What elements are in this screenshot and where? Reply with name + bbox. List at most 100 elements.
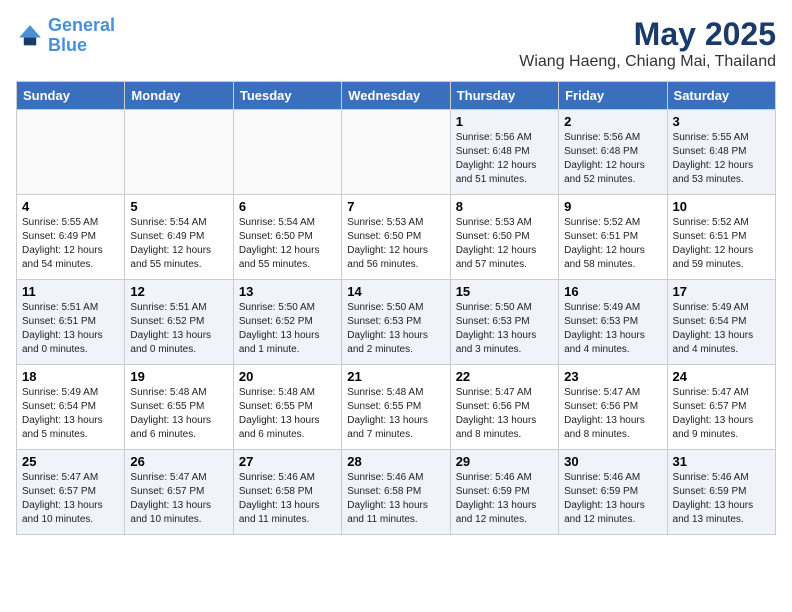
calendar-cell [342,110,450,195]
calendar-cell: 16 Sunrise: 5:49 AMSunset: 6:53 PMDayligh… [559,280,667,365]
calendar-row-0: 1 Sunrise: 5:56 AMSunset: 6:48 PMDaylight… [17,110,776,195]
calendar-cell: 17 Sunrise: 5:49 AMSunset: 6:54 PMDayligh… [667,280,775,365]
day-info: Sunrise: 5:56 AMSunset: 6:48 PMDaylight:… [564,131,661,187]
logo-icon [16,22,44,50]
day-info: Sunrise: 5:53 AMSunset: 6:50 PMDaylight:… [347,216,444,272]
day-number: 14 [347,284,444,299]
day-number: 31 [673,454,770,469]
calendar-cell: 29Sunrise: 5:46 AMSunset: 6:59 PMDayligh… [450,450,558,535]
header-friday: Friday [559,82,667,110]
day-info: Sunrise: 5:54 AMSunset: 6:50 PMDaylight:… [239,216,336,272]
day-info: Sunrise: 5:52 AMSunset: 6:51 PMDaylight:… [564,216,661,272]
calendar-header-row: Sunday Monday Tuesday Wednesday Thursday… [17,82,776,110]
calendar-cell: 8Sunrise: 5:53 AMSunset: 6:50 PMDaylight… [450,195,558,280]
calendar-cell: 24Sunrise: 5:47 AMSunset: 6:57 PMDayligh… [667,365,775,450]
calendar-row-3: 18 Sunrise: 5:49 AMSunset: 6:54 PMDayligh… [17,365,776,450]
logo-line1: General [48,15,115,35]
day-number: 11 [22,284,119,299]
day-info: Sunrise: 5:47 AMSunset: 6:57 PMDaylight:… [130,471,227,527]
day-number: 1 [456,114,553,129]
calendar-cell: 23 Sunrise: 5:47 AMSunset: 6:56 PMDayligh… [559,365,667,450]
day-number: 3 [673,114,770,129]
calendar-cell: 26Sunrise: 5:47 AMSunset: 6:57 PMDayligh… [125,450,233,535]
day-info: Sunrise: 5:47 AMSunset: 6:56 PMDaylight:… [564,386,661,442]
day-info: Sunrise: 5:51 AMSunset: 6:51 PMDaylight:… [22,301,119,357]
day-info: Sunrise: 5:47 AMSunset: 6:56 PMDaylight:… [456,386,553,442]
calendar-cell: 11 Sunrise: 5:51 AMSunset: 6:51 PMDayligh… [17,280,125,365]
day-number: 6 [239,199,336,214]
day-number: 25 [22,454,119,469]
day-info: Sunrise: 5:50 AMSunset: 6:53 PMDaylight:… [347,301,444,357]
day-number: 8 [456,199,553,214]
day-number: 21 [347,369,444,384]
day-number: 2 [564,114,661,129]
calendar-cell: 6 Sunrise: 5:54 AMSunset: 6:50 PMDaylight… [233,195,341,280]
logo-line2: Blue [48,35,87,55]
calendar-cell: 13 Sunrise: 5:50 AMSunset: 6:52 PMDayligh… [233,280,341,365]
day-info: Sunrise: 5:49 AMSunset: 6:53 PMDaylight:… [564,301,661,357]
logo: General Blue [16,16,115,56]
calendar-row-2: 11 Sunrise: 5:51 AMSunset: 6:51 PMDayligh… [17,280,776,365]
day-number: 30 [564,454,661,469]
day-info: Sunrise: 5:51 AMSunset: 6:52 PMDaylight:… [130,301,227,357]
day-number: 22 [456,369,553,384]
calendar-cell: 19Sunrise: 5:48 AMSunset: 6:55 PMDayligh… [125,365,233,450]
day-number: 13 [239,284,336,299]
calendar-cell: 18 Sunrise: 5:49 AMSunset: 6:54 PMDayligh… [17,365,125,450]
calendar-cell: 21 Sunrise: 5:48 AMSunset: 6:55 PMDayligh… [342,365,450,450]
header-thursday: Thursday [450,82,558,110]
calendar-cell: 3 Sunrise: 5:55 AMSunset: 6:48 PMDaylight… [667,110,775,195]
page-header: General Blue May 2025 Wiang Haeng, Chian… [16,16,776,71]
header-monday: Monday [125,82,233,110]
day-info: Sunrise: 5:50 AMSunset: 6:53 PMDaylight:… [456,301,553,357]
day-number: 18 [22,369,119,384]
calendar-row-4: 25 Sunrise: 5:47 AMSunset: 6:57 PMDayligh… [17,450,776,535]
day-info: Sunrise: 5:54 AMSunset: 6:49 PMDaylight:… [130,216,227,272]
day-number: 12 [130,284,227,299]
day-info: Sunrise: 5:49 AMSunset: 6:54 PMDaylight:… [22,386,119,442]
day-info: Sunrise: 5:47 AMSunset: 6:57 PMDaylight:… [673,386,770,442]
calendar-cell: 9 Sunrise: 5:52 AMSunset: 6:51 PMDaylight… [559,195,667,280]
day-number: 5 [130,199,227,214]
day-number: 23 [564,369,661,384]
day-number: 17 [673,284,770,299]
calendar-cell: 25 Sunrise: 5:47 AMSunset: 6:57 PMDayligh… [17,450,125,535]
calendar-cell: 12 Sunrise: 5:51 AMSunset: 6:52 PMDayligh… [125,280,233,365]
calendar-subtitle: Wiang Haeng, Chiang Mai, Thailand [519,53,776,71]
calendar-cell: 14 Sunrise: 5:50 AMSunset: 6:53 PMDayligh… [342,280,450,365]
day-number: 7 [347,199,444,214]
day-number: 10 [673,199,770,214]
calendar-cell: 7 Sunrise: 5:53 AMSunset: 6:50 PMDaylight… [342,195,450,280]
day-number: 29 [456,454,553,469]
day-info: Sunrise: 5:48 AMSunset: 6:55 PMDaylight:… [239,386,336,442]
calendar-cell: 20Sunrise: 5:48 AMSunset: 6:55 PMDayligh… [233,365,341,450]
calendar-cell: 5 Sunrise: 5:54 AMSunset: 6:49 PMDaylight… [125,195,233,280]
calendar-cell: 1 Sunrise: 5:56 AMSunset: 6:48 PMDaylight… [450,110,558,195]
calendar-cell: 28Sunrise: 5:46 AMSunset: 6:58 PMDayligh… [342,450,450,535]
calendar-cell: 31 Sunrise: 5:46 AMSunset: 6:59 PMDayligh… [667,450,775,535]
header-tuesday: Tuesday [233,82,341,110]
calendar-cell: 22 Sunrise: 5:47 AMSunset: 6:56 PMDayligh… [450,365,558,450]
calendar-cell [125,110,233,195]
day-info: Sunrise: 5:55 AMSunset: 6:49 PMDaylight:… [22,216,119,272]
calendar-cell: 4Sunrise: 5:55 AMSunset: 6:49 PMDaylight… [17,195,125,280]
calendar-cell: 10Sunrise: 5:52 AMSunset: 6:51 PMDayligh… [667,195,775,280]
day-info: Sunrise: 5:49 AMSunset: 6:54 PMDaylight:… [673,301,770,357]
day-number: 27 [239,454,336,469]
day-number: 16 [564,284,661,299]
calendar-title: May 2025 [519,16,776,53]
day-number: 9 [564,199,661,214]
day-number: 15 [456,284,553,299]
calendar-table: Sunday Monday Tuesday Wednesday Thursday… [16,81,776,535]
day-info: Sunrise: 5:56 AMSunset: 6:48 PMDaylight:… [456,131,553,187]
day-info: Sunrise: 5:55 AMSunset: 6:48 PMDaylight:… [673,131,770,187]
day-info: Sunrise: 5:48 AMSunset: 6:55 PMDaylight:… [347,386,444,442]
day-info: Sunrise: 5:48 AMSunset: 6:55 PMDaylight:… [130,386,227,442]
header-sunday: Sunday [17,82,125,110]
day-info: Sunrise: 5:50 AMSunset: 6:52 PMDaylight:… [239,301,336,357]
day-info: Sunrise: 5:46 AMSunset: 6:58 PMDaylight:… [239,471,336,527]
day-info: Sunrise: 5:47 AMSunset: 6:57 PMDaylight:… [22,471,119,527]
day-info: Sunrise: 5:46 AMSunset: 6:59 PMDaylight:… [673,471,770,527]
calendar-cell: 15 Sunrise: 5:50 AMSunset: 6:53 PMDayligh… [450,280,558,365]
day-info: Sunrise: 5:46 AMSunset: 6:59 PMDaylight:… [564,471,661,527]
